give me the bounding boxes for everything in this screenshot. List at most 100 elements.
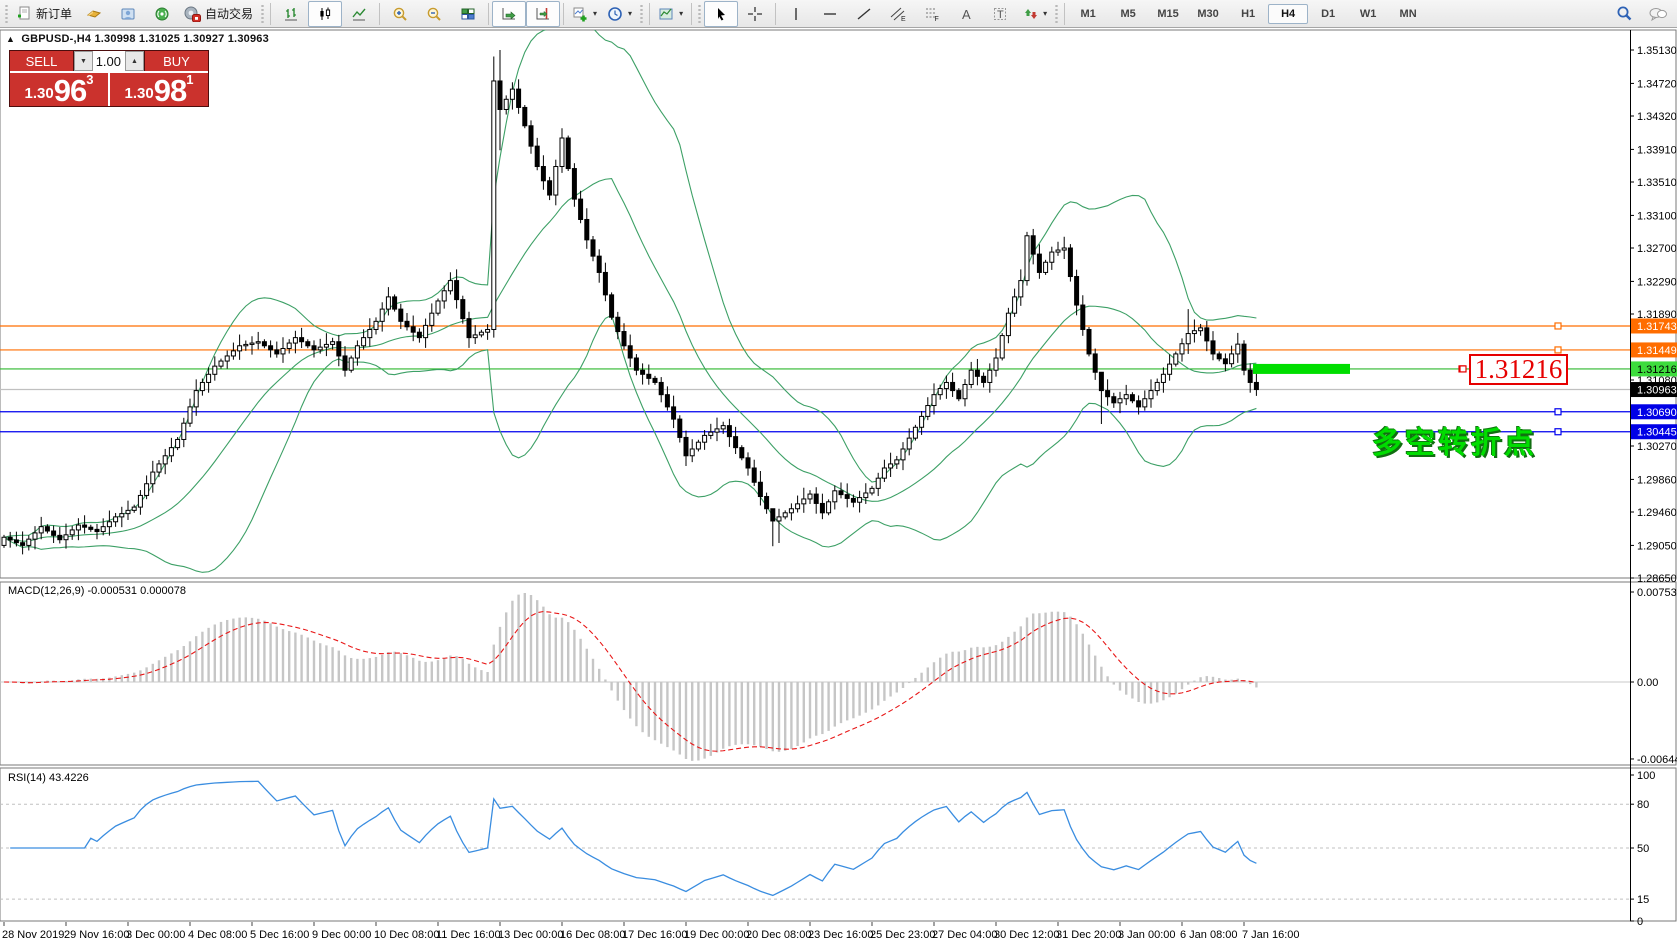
price-annotation-box[interactable]: 1.31216 (1469, 354, 1568, 385)
cursor-button[interactable] (704, 1, 738, 27)
tab-timeframe-M15[interactable]: M15 (1148, 4, 1188, 24)
horizontal-line-icon (822, 6, 838, 22)
candle-chart-type-button[interactable] (308, 1, 342, 27)
search-button[interactable] (1607, 1, 1641, 27)
volume-increase-button[interactable]: ▲ (125, 51, 144, 71)
zoom-in-button[interactable] (383, 1, 417, 27)
trade-panel-top-row: SELL ▼ 1.00 ▲ BUY (10, 51, 208, 71)
date-label: 6 Jan 08:00 (1180, 929, 1238, 941)
text-label-icon: T (992, 6, 1008, 22)
tab-timeframe-M30[interactable]: M30 (1188, 4, 1228, 24)
toolbar-grip (1054, 4, 1059, 24)
templates-caret: ▾ (679, 9, 683, 18)
chat-icon (1648, 6, 1668, 22)
line-handle[interactable] (1555, 409, 1561, 415)
buy-button[interactable]: BUY (145, 51, 208, 71)
sell-price-button[interactable]: 1.30963 (10, 73, 108, 106)
indicators-icon (572, 6, 588, 22)
macd-label: MACD(12,26,9) -0.000531 0.000078 (8, 585, 186, 597)
zoom-out-button[interactable] (417, 1, 451, 27)
auto-scroll-icon (501, 6, 517, 22)
callout-anchor[interactable] (1460, 366, 1466, 372)
cursor-icon (713, 6, 729, 22)
price-tick-label: 1.33910 (1637, 144, 1677, 156)
tab-timeframe-M5[interactable]: M5 (1108, 4, 1148, 24)
auto-scroll-button[interactable] (492, 1, 526, 27)
bar-chart-type-button[interactable] (274, 1, 308, 27)
toolbar-separator (270, 3, 271, 25)
macd-axis-label: 0.007538 (1637, 587, 1677, 599)
buy-price-button[interactable]: 1.30981 (110, 73, 208, 106)
date-label: 20 Dec 08:00 (746, 929, 811, 941)
volume-input[interactable]: 1.00 (93, 51, 125, 71)
new-order-button[interactable]: 新订单 (11, 1, 77, 27)
timeframe-group: M1M5M15M30H1H4D1W1MN (1068, 4, 1428, 24)
highlight-segment[interactable] (1253, 364, 1350, 374)
tab-timeframe-W1[interactable]: W1 (1348, 4, 1388, 24)
date-label: 17 Dec 16:00 (622, 929, 687, 941)
fibonacci-button[interactable]: F (915, 1, 949, 27)
periods-button[interactable]: ▾ (602, 1, 637, 27)
price-tick-label: 1.32290 (1637, 276, 1677, 288)
chart-shift-button[interactable] (526, 1, 560, 27)
zoom-out-icon (426, 6, 442, 22)
signals-button[interactable] (145, 1, 179, 27)
bar-chart-icon (283, 6, 299, 22)
indicators-caret: ▾ (593, 9, 597, 18)
toolbar-grip (697, 4, 702, 24)
crosshair-icon (747, 6, 763, 22)
arrows-caret: ▾ (1043, 9, 1047, 18)
symbol-name: GBPUSD-,H4 (21, 33, 91, 45)
text-button[interactable]: A (949, 1, 983, 27)
one-click-trade-panel: SELL ▼ 1.00 ▲ BUY 1.30963 1.30981 (9, 50, 209, 107)
date-label: 13 Dec 00:00 (498, 929, 563, 941)
tab-timeframe-M1[interactable]: M1 (1068, 4, 1108, 24)
date-label: 25 Dec 23:00 (870, 929, 935, 941)
equidistant-channel-button[interactable]: E (881, 1, 915, 27)
line-handle[interactable] (1555, 429, 1561, 435)
horizontal-line-button[interactable] (813, 1, 847, 27)
tile-windows-icon (460, 6, 476, 22)
arrows-button[interactable]: ▾ (1017, 1, 1052, 27)
indicators-button[interactable]: ▾ (567, 1, 602, 27)
text-label-button[interactable]: T (983, 1, 1017, 27)
sell-price-small: 1.30 (25, 83, 54, 105)
tile-windows-button[interactable] (451, 1, 485, 27)
vertical-line-button[interactable] (779, 1, 813, 27)
trendline-button[interactable] (847, 1, 881, 27)
line-chart-type-button[interactable] (342, 1, 376, 27)
line-handle[interactable] (1555, 347, 1561, 353)
metaeditor-button[interactable] (111, 1, 145, 27)
volume-decrease-button[interactable]: ▼ (74, 51, 93, 71)
panel-frame (0, 30, 1676, 578)
tab-timeframe-D1[interactable]: D1 (1308, 4, 1348, 24)
templates-button[interactable]: ▾ (653, 1, 688, 27)
chart-canvas[interactable]: 1.351301.347201.343201.339101.335101.331… (0, 28, 1677, 946)
date-label: 10 Dec 08:00 (374, 929, 439, 941)
price-tick-label: 1.29460 (1637, 507, 1677, 519)
price-badge-label: 1.31743 (1637, 321, 1677, 333)
auto-trading-button[interactable]: 自动交易 (179, 1, 258, 27)
chat-button[interactable] (1641, 1, 1675, 27)
toolbar-separator (563, 3, 564, 25)
sell-button[interactable]: SELL (10, 51, 73, 71)
channel-icon: E (890, 6, 906, 22)
svg-text:E: E (901, 16, 906, 22)
tab-timeframe-MN[interactable]: MN (1388, 4, 1428, 24)
crosshair-button[interactable] (738, 1, 772, 27)
toolbar-grip (639, 4, 644, 24)
line-handle[interactable] (1555, 323, 1561, 329)
toolbar-separator (775, 3, 776, 25)
macd-axis-label: -0.006446 (1637, 754, 1677, 766)
zoom-in-icon (392, 6, 408, 22)
chinese-annotation[interactable]: 多空转折点 (1372, 418, 1537, 462)
collapse-panel-icon[interactable]: ▲ (6, 34, 15, 44)
svg-text:F: F (935, 16, 939, 22)
price-badge-label: 1.30690 (1637, 407, 1677, 419)
tab-timeframe-H4[interactable]: H4 (1268, 4, 1308, 24)
price-badge-label: 1.31449 (1637, 345, 1677, 357)
tab-timeframe-H1[interactable]: H1 (1228, 4, 1268, 24)
fibonacci-icon: F (924, 6, 940, 22)
search-icon (1616, 5, 1633, 22)
terminal-button[interactable] (77, 1, 111, 27)
